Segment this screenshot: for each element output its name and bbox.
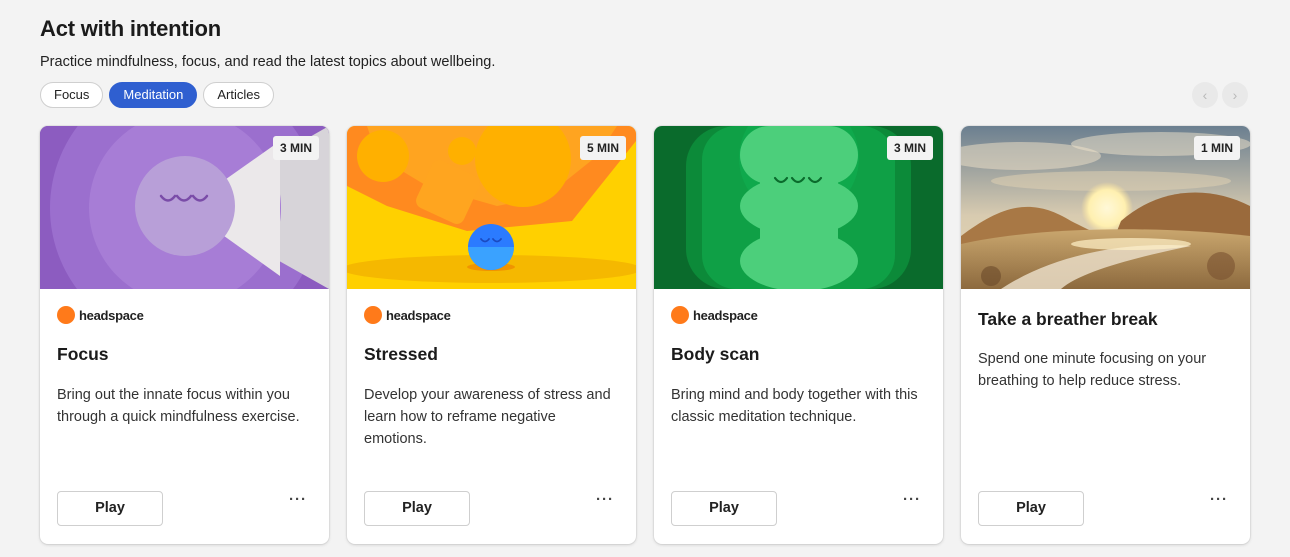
play-button[interactable]: Play bbox=[671, 491, 777, 526]
body-scan-illustration: 3 MIN bbox=[654, 126, 943, 289]
play-button[interactable]: Play bbox=[978, 491, 1084, 526]
card-focus[interactable]: 3 MIN headspace Focus Bring out the inna… bbox=[40, 126, 329, 544]
brand: headspace bbox=[364, 306, 451, 324]
focus-illustration: 3 MIN bbox=[40, 126, 329, 289]
card-description: Develop your awareness of stress and lea… bbox=[364, 387, 611, 447]
more-options-icon[interactable]: ··· bbox=[596, 491, 614, 508]
filter-pills: Focus Meditation Articles bbox=[40, 82, 275, 108]
headspace-logo-icon bbox=[57, 306, 75, 324]
card-description: Bring out the innate focus within you th… bbox=[57, 387, 300, 425]
card-description: Bring mind and body together with this c… bbox=[671, 387, 918, 425]
brand: headspace bbox=[57, 306, 144, 324]
desert-landscape-image: 1 MIN bbox=[961, 126, 1250, 289]
headspace-logo-icon bbox=[671, 306, 689, 324]
brand-name: headspace bbox=[693, 307, 758, 323]
brand-name: headspace bbox=[386, 307, 451, 323]
brand: headspace bbox=[671, 306, 758, 324]
headspace-logo-icon bbox=[364, 306, 382, 324]
card-title: Stressed bbox=[364, 344, 438, 364]
card-title: Focus bbox=[57, 344, 109, 364]
more-options-icon[interactable]: ··· bbox=[289, 491, 307, 508]
more-options-icon[interactable]: ··· bbox=[903, 491, 921, 508]
duration-badge: 3 MIN bbox=[886, 136, 933, 160]
filter-articles[interactable]: Articles bbox=[203, 82, 275, 108]
duration-badge: 5 MIN bbox=[579, 136, 626, 160]
chevron-left-icon[interactable]: ‹ bbox=[1192, 82, 1218, 108]
section-subtitle: Practice mindfulness, focus, and read th… bbox=[40, 54, 496, 70]
card-description: Spend one minute focusing on your breath… bbox=[978, 351, 1207, 389]
duration-badge: 3 MIN bbox=[272, 136, 319, 160]
card-title: Take a breather break bbox=[978, 309, 1158, 329]
brand-name: headspace bbox=[79, 307, 144, 323]
section-title: Act with intention bbox=[40, 16, 221, 41]
stressed-illustration: 5 MIN bbox=[347, 126, 636, 289]
carousel-nav: ‹ › bbox=[1192, 82, 1248, 108]
chevron-right-icon[interactable]: › bbox=[1222, 82, 1248, 108]
play-button[interactable]: Play bbox=[364, 491, 470, 526]
play-button[interactable]: Play bbox=[57, 491, 163, 526]
filter-meditation[interactable]: Meditation bbox=[109, 82, 198, 108]
card-breather-break[interactable]: 1 MIN Take a breather break Spend one mi… bbox=[961, 126, 1250, 544]
card-body-scan[interactable]: 3 MIN headspace Body scan Bring mind and… bbox=[654, 126, 943, 544]
more-options-icon[interactable]: ··· bbox=[1210, 491, 1228, 508]
card-list: 3 MIN headspace Focus Bring out the inna… bbox=[40, 126, 1250, 544]
duration-badge: 1 MIN bbox=[1193, 136, 1240, 160]
card-stressed[interactable]: 5 MIN headspace Stressed Develop your aw… bbox=[347, 126, 636, 544]
filter-focus[interactable]: Focus bbox=[40, 82, 104, 108]
card-title: Body scan bbox=[671, 344, 760, 364]
